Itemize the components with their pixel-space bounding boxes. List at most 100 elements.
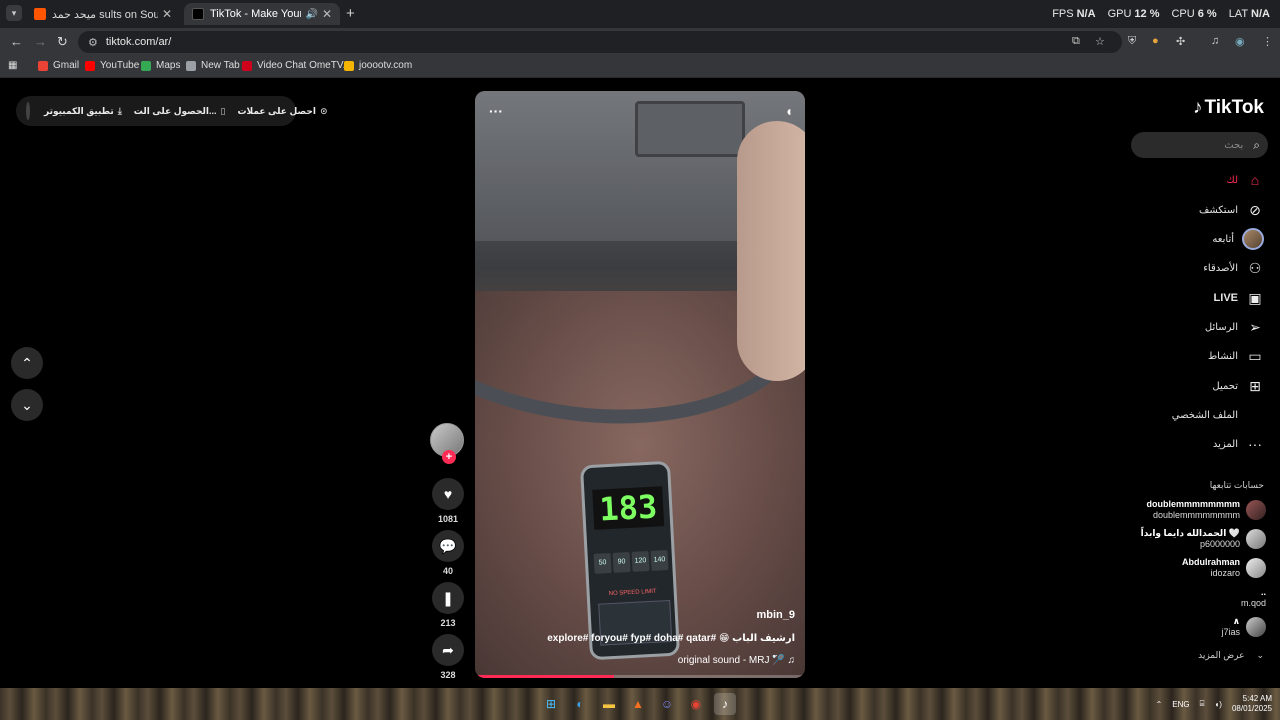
search-input[interactable]: بحث ⌕	[1131, 132, 1268, 158]
speed-limit: 120	[631, 551, 650, 572]
activity-icon: ▭	[1248, 348, 1262, 364]
bookmark-gmail[interactable]: Gmail	[38, 60, 79, 71]
following-account[interactable]: الحمدالله دايما وابداً 🤍 p6000000	[1141, 528, 1266, 550]
nav-label: LIVE	[1213, 292, 1238, 304]
video-frame-vent	[635, 101, 745, 157]
extension-icon[interactable]: ●	[1152, 35, 1159, 47]
nav-profile[interactable]: الملف الشخصي	[1172, 405, 1264, 425]
bookmark-star-icon[interactable]: ☆	[1095, 35, 1105, 48]
bookmark-icon[interactable]: ❚	[432, 582, 464, 614]
tab-title: ميحد حمد sults on SoundCloud	[52, 8, 158, 21]
follow-plus-icon[interactable]: +	[442, 450, 456, 464]
next-video-button[interactable]: ⌄	[11, 389, 43, 421]
see-more-button[interactable]: عرض المزيد ⌄	[1198, 650, 1264, 661]
browser-tabstrip: ▾ ميحد حمد sults on SoundCloud ✕ TikTok …	[0, 0, 1280, 28]
forward-icon[interactable]: →	[34, 34, 47, 49]
clock[interactable]: 5:42 AM 08/01/2025	[1232, 694, 1272, 714]
bookmark-ometv[interactable]: Video Chat OmeTV...	[242, 60, 351, 71]
avatar	[1246, 617, 1266, 637]
tab-tiktok[interactable]: TikTok - Make Your Day 🔊 ✕	[184, 3, 340, 25]
tiktok-app-icon[interactable]: ♪	[714, 693, 736, 715]
following-account[interactable]: Abdulrahman idozaro	[1182, 557, 1266, 579]
edge-icon[interactable]: ◐	[569, 693, 591, 715]
bookmark-maps[interactable]: Maps	[141, 60, 180, 71]
site-info-icon[interactable]: ⚙	[88, 36, 98, 49]
extensions-puzzle-icon[interactable]: ✣	[1176, 35, 1185, 48]
language-indicator[interactable]: ENG	[1172, 700, 1189, 709]
desktop-app-link[interactable]: تطبيق الكمبيوتر ⤓	[44, 106, 122, 117]
app-launcher-icon[interactable]: ▲	[627, 693, 649, 715]
new-tab-button[interactable]: +	[346, 5, 355, 22]
video-sound[interactable]: original sound - MRJ 🏸 ♫	[678, 655, 795, 666]
nav-live[interactable]: LIVE ▣	[1214, 288, 1264, 308]
heart-icon[interactable]: ♥	[432, 478, 464, 510]
clock-date: 08/01/2025	[1231, 704, 1272, 713]
save-action[interactable]: ❚ 213	[432, 582, 464, 628]
video-progress-bar[interactable]	[475, 675, 805, 678]
media-controls-icon[interactable]: ♫	[1211, 35, 1219, 47]
video-player[interactable]: 183 50 90 120 140 NO SPEED LIMIT ··· ◖ m…	[475, 91, 805, 678]
speed-limit: 140	[650, 550, 669, 571]
install-app-icon[interactable]: ⧉	[1072, 35, 1080, 48]
get-app-link[interactable]: الحصول على الت... ▯	[134, 106, 226, 117]
nav-friends[interactable]: الأصدقاء ⚇	[1203, 258, 1264, 278]
search-icon[interactable]: ⌕	[1253, 138, 1260, 153]
following-account[interactable]: .. m.qod	[1241, 587, 1266, 609]
tab-soundcloud[interactable]: ميحد حمد sults on SoundCloud ✕	[26, 3, 180, 25]
following-account[interactable]: doublemmmmmmmm doublemmmmmmmm	[1146, 499, 1266, 521]
chrome-icon[interactable]: ◉	[685, 693, 707, 715]
comment-action[interactable]: 💬 40	[432, 530, 464, 576]
nav-messages[interactable]: الرسائل ➢	[1205, 317, 1264, 337]
share-count: 328	[440, 670, 456, 680]
menu-kebab-icon[interactable]: ⋮	[1262, 35, 1273, 48]
speed-limit: 50	[593, 553, 612, 574]
video-author[interactable]: mbin_9	[756, 609, 795, 621]
previous-video-button[interactable]: ⌃	[11, 347, 43, 379]
shield-extension-icon[interactable]: ⛨	[1128, 35, 1136, 48]
nav-following[interactable]: أتابعه	[1212, 228, 1264, 250]
coin-icon: ⊙	[319, 105, 328, 116]
more-options-icon[interactable]: ···	[489, 103, 503, 119]
search-placeholder: بحث	[1224, 139, 1244, 151]
comment-icon[interactable]: 💬	[432, 530, 464, 562]
bookmark-youtube[interactable]: YouTube	[85, 60, 139, 71]
tab-search-dropdown-icon[interactable]: ▾	[6, 5, 22, 21]
account-name: ∧	[1232, 616, 1240, 626]
bookmark-jooootv[interactable]: jooootv.com	[344, 60, 412, 71]
apps-grid-icon[interactable]: ▦	[8, 60, 17, 71]
speaker-icon[interactable]: 🔊	[305, 9, 317, 20]
nav-label: الملف الشخصي	[1171, 409, 1238, 421]
tab-close-icon[interactable]: ✕	[322, 7, 332, 21]
bookmark-label: YouTube	[100, 60, 140, 71]
volume-icon[interactable]: ◖	[785, 103, 793, 119]
bookmark-new-tab[interactable]: New Tab	[186, 60, 240, 71]
tray-chevron-icon[interactable]: ⌃	[1156, 700, 1163, 709]
share-icon[interactable]: ➦	[432, 634, 464, 666]
loading-circle-icon	[26, 102, 30, 120]
nav-explore[interactable]: استكشف ⊘	[1199, 200, 1264, 220]
nav-upload[interactable]: تحميل ⊞	[1212, 376, 1264, 396]
back-icon[interactable]: ←	[10, 34, 23, 49]
address-bar[interactable]: ⚙ tiktok.com/ar/	[78, 31, 1122, 53]
reload-icon[interactable]: ↻	[57, 34, 68, 50]
profile-avatar-icon[interactable]: ◉	[1235, 35, 1245, 48]
screen: ▾ ميحد حمد sults on SoundCloud ✕ TikTok …	[0, 0, 1280, 720]
get-coins-link[interactable]: احصل على عملات ⊙	[237, 106, 327, 117]
windows-start-icon[interactable]: ⊞	[540, 693, 562, 715]
volume-icon[interactable]: ◖)	[1214, 700, 1222, 709]
following-account[interactable]: ∧ j7ias	[1221, 616, 1266, 638]
nav-more[interactable]: المزيد ···	[1213, 434, 1264, 454]
get-coins-label: احصل على عملات	[237, 105, 316, 116]
like-action[interactable]: ♥ 1081	[432, 478, 464, 524]
nav-for-you[interactable]: لك ⌂	[1227, 170, 1264, 190]
tab-close-icon[interactable]: ✕	[162, 7, 172, 21]
account-names: Abdulrahman idozaro	[1182, 557, 1240, 579]
tiktok-logo[interactable]: ♪ TikTok	[1193, 97, 1264, 119]
file-explorer-icon[interactable]: ▬	[598, 693, 620, 715]
network-icon[interactable]: ⌸	[1200, 699, 1205, 709]
cpu-readout: CPU 6 %	[1171, 8, 1216, 20]
discord-icon[interactable]: ☺	[656, 693, 678, 715]
nav-activity[interactable]: النشاط ▭	[1208, 346, 1264, 366]
nav-label: لك	[1226, 174, 1238, 186]
share-action[interactable]: ➦ 328	[432, 634, 464, 680]
